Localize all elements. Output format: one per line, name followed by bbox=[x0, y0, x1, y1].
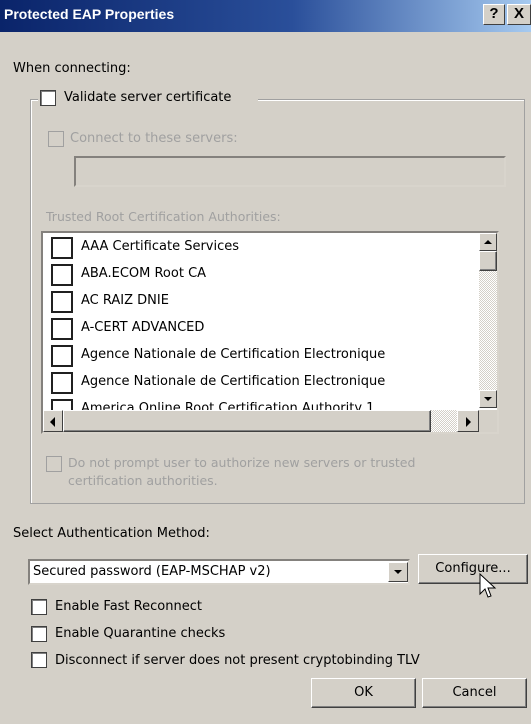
dropdown-button[interactable] bbox=[388, 562, 408, 582]
title-bar[interactable]: Protected EAP Properties ? X bbox=[0, 0, 531, 32]
cert-checkbox[interactable] bbox=[51, 372, 73, 394]
window-title: Protected EAP Properties bbox=[4, 6, 175, 22]
quarantine-checks-checkbox[interactable] bbox=[31, 626, 47, 642]
horizontal-scrollbar[interactable] bbox=[43, 410, 479, 432]
vertical-scroll-thumb[interactable] bbox=[479, 251, 497, 271]
down-arrow-icon bbox=[484, 397, 492, 401]
cert-checkbox[interactable] bbox=[51, 264, 73, 286]
auth-method-select[interactable]: Secured password (EAP-MSCHAP v2) bbox=[28, 559, 410, 585]
mouse-cursor-icon bbox=[479, 573, 497, 598]
cert-checkbox[interactable] bbox=[51, 291, 73, 313]
cert-checkbox[interactable] bbox=[51, 237, 73, 259]
ok-button[interactable]: OK bbox=[311, 678, 416, 708]
cert-name: AC RAIZ DNIE bbox=[81, 293, 169, 308]
scrollbar-corner bbox=[479, 410, 497, 432]
trusted-roots-label: Trusted Root Certification Authorities: bbox=[46, 209, 281, 224]
validate-server-certificate-label: Validate server certificate bbox=[64, 90, 232, 105]
right-arrow-icon bbox=[466, 417, 471, 427]
cert-name: Agence Nationale de Certification Electr… bbox=[81, 347, 386, 362]
cert-name: A-CERT ADVANCED bbox=[81, 320, 205, 335]
connect-to-servers-label: Connect to these servers: bbox=[70, 131, 238, 146]
close-button[interactable]: X bbox=[507, 4, 531, 25]
auth-method-selected: Secured password (EAP-MSCHAP v2) bbox=[33, 564, 271, 579]
horizontal-scroll-thumb[interactable] bbox=[63, 410, 431, 432]
cert-checkbox[interactable] bbox=[51, 318, 73, 340]
scroll-down-button[interactable] bbox=[479, 390, 497, 408]
left-arrow-icon bbox=[50, 417, 55, 427]
fast-reconnect-checkbox[interactable] bbox=[31, 599, 47, 615]
scroll-right-button[interactable] bbox=[457, 410, 479, 432]
up-arrow-icon bbox=[484, 240, 492, 244]
do-not-prompt-label-line2: certification authorities. bbox=[68, 473, 218, 488]
fast-reconnect-label: Enable Fast Reconnect bbox=[55, 599, 202, 614]
auth-method-label: Select Authentication Method: bbox=[13, 526, 210, 541]
cert-name: AAA Certificate Services bbox=[81, 239, 240, 254]
scroll-left-button[interactable] bbox=[43, 410, 63, 432]
trusted-roots-list[interactable]: AAA Certificate Services ABA.ECOM Root CA… bbox=[41, 231, 499, 434]
chevron-down-icon bbox=[394, 570, 402, 574]
help-button[interactable]: ? bbox=[483, 4, 505, 25]
cert-checkbox[interactable] bbox=[51, 345, 73, 367]
cryptobinding-label: Disconnect if server does not present cr… bbox=[55, 653, 420, 668]
scroll-up-button[interactable] bbox=[479, 233, 497, 251]
do-not-prompt-label-line1: Do not prompt user to authorize new serv… bbox=[68, 455, 416, 470]
cert-name: Agence Nationale de Certification Electr… bbox=[81, 374, 386, 389]
when-connecting-label: When connecting: bbox=[13, 61, 131, 76]
cancel-button[interactable]: Cancel bbox=[422, 678, 527, 708]
cryptobinding-checkbox[interactable] bbox=[31, 652, 47, 668]
do-not-prompt-checkbox[interactable] bbox=[46, 456, 62, 472]
connect-to-servers-checkbox[interactable] bbox=[48, 131, 64, 147]
servers-input[interactable] bbox=[74, 156, 506, 187]
validate-server-certificate-checkbox[interactable] bbox=[40, 90, 56, 106]
dialog-window: Protected EAP Properties ? X When connec… bbox=[0, 0, 531, 724]
configure-button[interactable]: Configure... bbox=[418, 554, 528, 584]
cert-name: ABA.ECOM Root CA bbox=[81, 266, 207, 281]
vertical-scrollbar[interactable] bbox=[479, 233, 497, 408]
quarantine-checks-label: Enable Quarantine checks bbox=[55, 626, 226, 641]
